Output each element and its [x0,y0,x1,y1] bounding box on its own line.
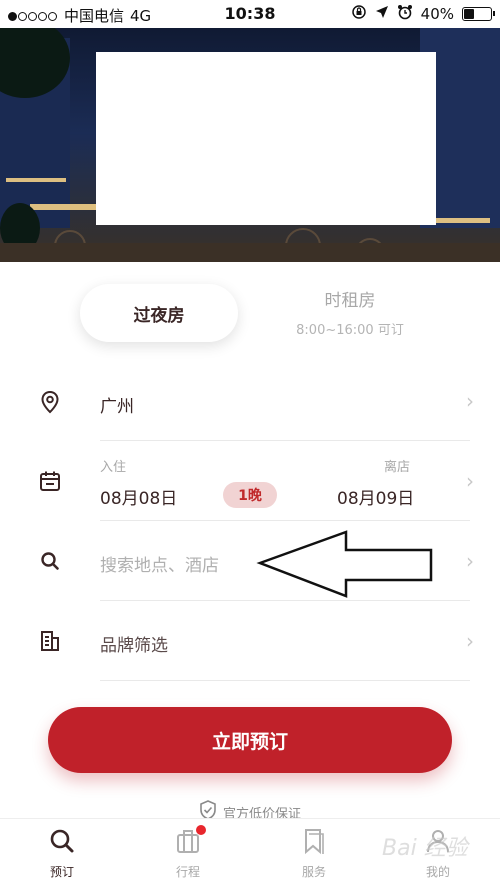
hero-redaction-box [96,52,436,225]
tab-trips-label: 行程 [175,865,200,879]
bookmark-icon [300,829,328,859]
battery-fill [464,9,474,19]
annotation-arrow-icon [256,530,433,598]
tab-overnight-label: 过夜房 [133,305,185,326]
watermark: Bai 经验 [382,836,468,861]
chevron-right-icon: › [466,629,474,653]
notification-dot [196,825,206,835]
tab-services[interactable]: 服务 [274,827,354,880]
calendar-icon [38,469,62,493]
chevron-right-icon: › [466,389,474,413]
building-icon [38,629,62,653]
nights-badge: 1晚 [223,482,277,508]
tab-booking-label: 预订 [49,865,74,879]
checkout-date[interactable]: 08月09日 [337,484,414,509]
battery-icon [462,7,495,21]
book-now-button[interactable]: 立即预订 [48,707,452,773]
tab-services-label: 服务 [301,865,326,879]
stay-type-tabs: 过夜房 时租房 8:00~16:00 可订 [0,262,500,362]
date-row[interactable]: 入住 离店 08月08日 1晚 08月09日 › [0,441,500,521]
checkin-date[interactable]: 08月08日 [100,484,177,509]
tab-booking[interactable]: 预订 [22,827,102,880]
rotation-lock-icon [351,4,367,24]
checkin-label: 入住 [100,460,127,475]
suitcase-icon [174,830,202,859]
search-icon [48,829,76,859]
chevron-right-icon: › [466,469,474,493]
chevron-right-icon: › [466,549,474,573]
location-arrow-icon [375,5,389,23]
search-input[interactable]: 搜索地点、酒店 [100,551,219,576]
tab-overnight[interactable]: 过夜房 [80,284,238,342]
tab-profile-label: 我的 [425,865,450,879]
tab-hourly[interactable]: 时租房 8:00~16:00 可订 [270,286,430,338]
search-icon [38,549,62,573]
book-now-label: 立即预订 [211,730,288,753]
city-value: 广州 [100,397,134,417]
status-bar: 中国电信 4G 10:38 40% [0,0,500,28]
hotel-hero-image [0,28,500,262]
status-right: 40% [351,4,495,24]
tab-hourly-label: 时租房 [324,291,376,311]
brand-filter-label: 品牌筛选 [100,636,168,656]
location-pin-icon [38,390,62,414]
brand-filter-row[interactable]: 品牌筛选 › [0,601,500,681]
city-row[interactable]: 广州 › [0,378,500,440]
tab-hourly-note: 8:00~16:00 可订 [296,323,404,338]
battery-percent: 40% [420,5,454,23]
divider [100,680,470,681]
alarm-icon [397,4,413,24]
checkout-label: 离店 [384,460,411,475]
tab-trips[interactable]: 行程 [148,825,228,880]
